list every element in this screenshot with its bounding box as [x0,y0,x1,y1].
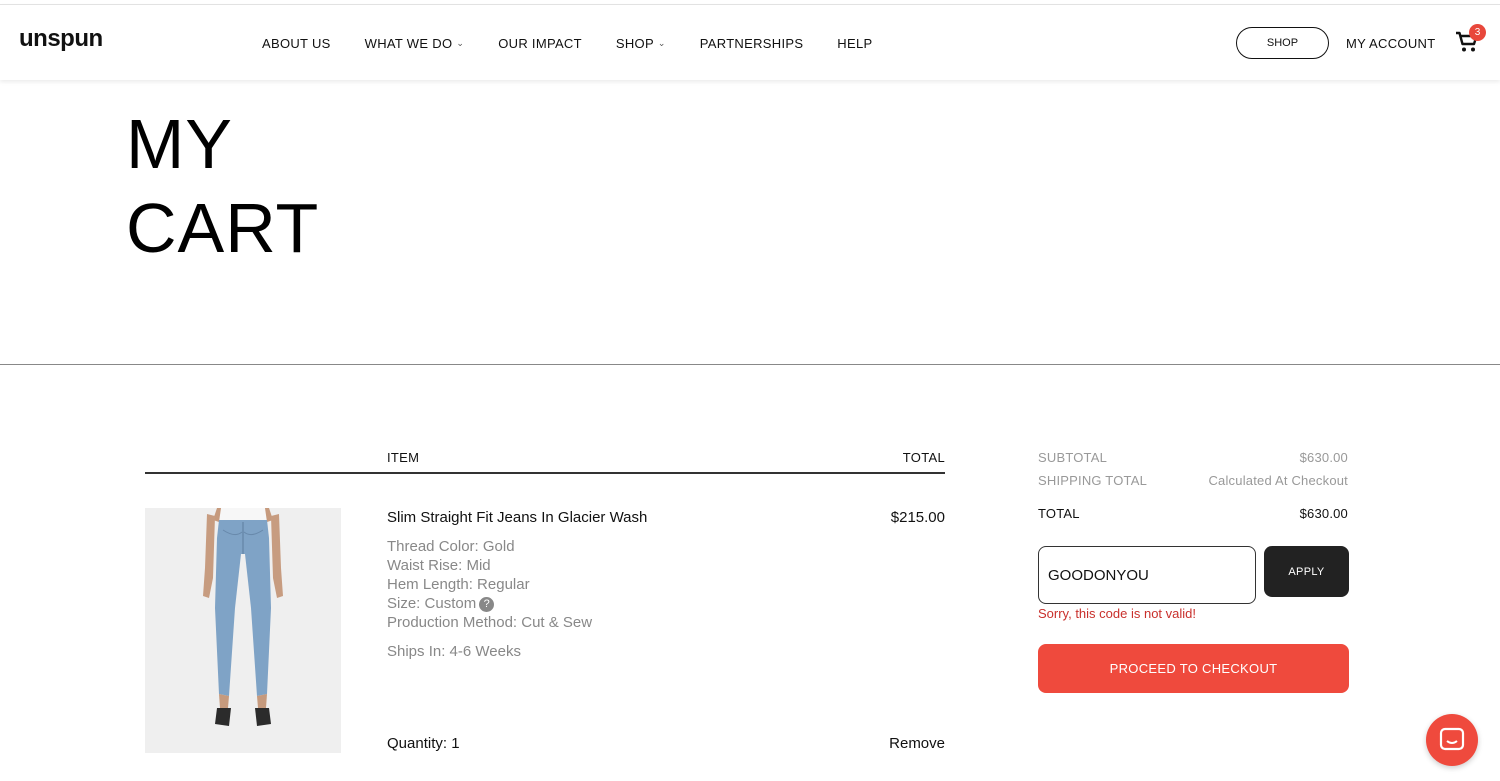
coupon-error-message: Sorry, this code is not valid! [1038,606,1196,621]
chat-launcher-button[interactable] [1426,714,1478,766]
product-price: $215.00 [890,509,945,526]
nav-label: WHAT WE DO [364,36,453,51]
quantity: Quantity: 1 [387,735,460,752]
production-method: Production Method: Cut & Sew [387,614,593,631]
hem-length: Hem Length: Regular [387,576,530,593]
apply-coupon-button[interactable]: APPLY [1264,546,1349,597]
product-name[interactable]: Slim Straight Fit Jeans In Glacier Wash [387,509,647,526]
chat-icon [1439,727,1465,751]
item-column-header: ITEM [387,450,420,465]
size-value: Size: Custom [387,595,477,612]
nav-shop[interactable]: SHOP ⌄ [616,36,666,51]
chevron-down-icon: ⌄ [456,38,465,48]
nav-label: HELP [837,36,873,51]
shipping-value: Calculated At Checkout [1208,473,1348,488]
logo[interactable]: unspun [19,25,103,53]
proceed-to-checkout-button[interactable]: PROCEED TO CHECKOUT [1038,644,1349,693]
nav-label: OUR IMPACT [498,36,582,51]
table-header-divider [145,472,945,474]
coupon-code-input[interactable] [1038,546,1256,604]
size-row: Size: Custom? [387,594,495,613]
nav-our-impact[interactable]: OUR IMPACT [498,36,582,51]
shipping-label: SHIPPING TOTAL [1038,473,1147,488]
ships-in: Ships In: 4-6 Weeks [387,643,521,660]
cart-count-badge: 3 [1469,24,1486,41]
question-icon[interactable]: ? [479,597,495,612]
subtotal-label: SUBTOTAL [1038,450,1108,465]
nav-help[interactable]: HELP [837,36,872,51]
shop-button[interactable]: SHOP [1236,27,1329,59]
nav-label: PARTNERSHIPS [699,36,804,51]
title-line-2: CART [126,189,320,267]
chevron-down-icon: ⌄ [657,38,666,48]
subtotal-row: SUBTOTAL $630.00 [1038,450,1348,465]
nav-label: ABOUT US [262,36,331,51]
nav-partnerships[interactable]: PARTNERSHIPS [700,36,804,51]
page-title: MY CART [126,102,319,270]
total-label: TOTAL [1038,506,1080,521]
remove-button[interactable]: Remove [830,735,945,752]
title-line-1: MY [126,105,233,183]
shipping-row: SHIPPING TOTAL Calculated At Checkout [1038,473,1348,488]
total-column-header: TOTAL [902,450,945,465]
my-account-link[interactable]: MY ACCOUNT [1346,36,1435,51]
nav-about-us[interactable]: ABOUT US [262,36,331,51]
subtotal-value: $630.00 [1299,450,1348,465]
total-value: $630.00 [1299,506,1348,521]
nav-label: SHOP [615,36,654,51]
main-nav: ABOUT US WHAT WE DO ⌄ OUR IMPACT SHOP ⌄ PA… [262,36,906,51]
thread-color: Thread Color: Gold [387,538,515,555]
site-header: unspun ABOUT US WHAT WE DO ⌄ OUR IMPACT S… [0,5,1500,80]
waist-rise: Waist Rise: Mid [387,557,491,574]
section-divider [0,364,1500,365]
total-row: TOTAL $630.00 [1038,506,1348,521]
nav-what-we-do[interactable]: WHAT WE DO ⌄ [365,36,465,51]
product-image[interactable] [145,508,341,753]
